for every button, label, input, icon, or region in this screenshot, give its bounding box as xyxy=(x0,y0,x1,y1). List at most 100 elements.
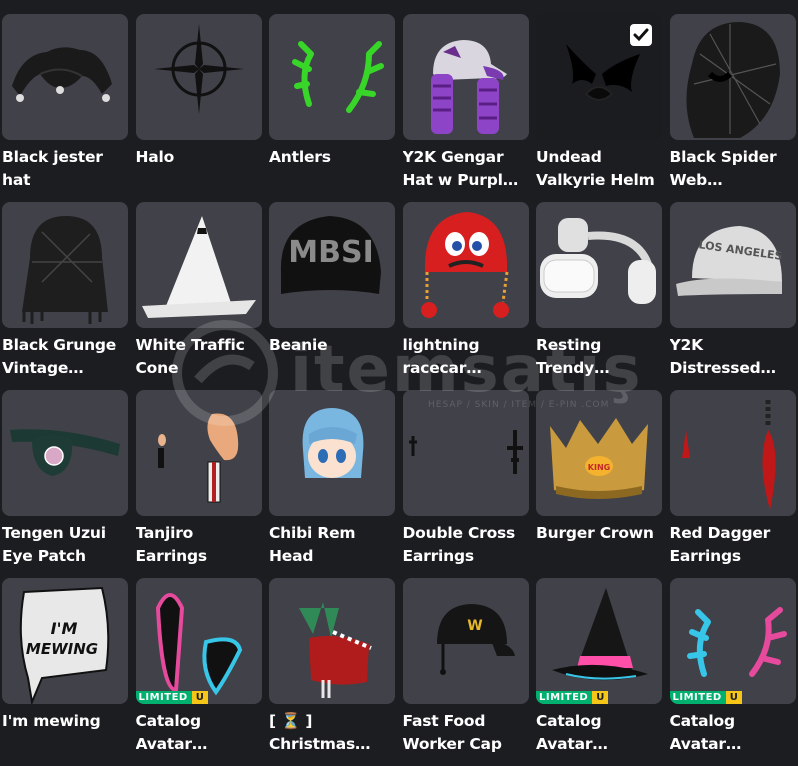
item-thumbnail[interactable]: MBSI xyxy=(269,202,395,328)
inventory-item[interactable]: LIMITEDU Catalog Avatar Creator: Antlers xyxy=(669,578,796,766)
burger-crown-icon: KING xyxy=(550,418,648,499)
item-name: White Traffic Cone xyxy=(135,336,245,377)
item-thumbnail[interactable] xyxy=(402,14,529,140)
inventory-item[interactable]: I'M MEWING I'm mewing xyxy=(2,578,128,766)
item-thumbnail[interactable]: LIMITED U xyxy=(669,578,796,704)
item-thumbnail[interactable] xyxy=(402,390,529,516)
item-thumbnail[interactable] xyxy=(536,202,662,328)
inventory-item[interactable]: W Fast Food Worker Cap xyxy=(402,578,529,766)
item-name: Black jester hat xyxy=(2,148,103,189)
inventory-item[interactable]: Chibi Rem Head xyxy=(269,390,395,578)
item-thumbnail[interactable] xyxy=(269,390,395,516)
item-name: Tanjiro Earrings xyxy=(135,524,208,565)
racecar-beanie-icon xyxy=(420,212,509,318)
item-name: Catalog Avatar Creator: Antlers xyxy=(669,712,736,753)
item-name: Beanie xyxy=(269,336,328,354)
red-dagger-icon xyxy=(681,400,776,510)
eye-patch-icon xyxy=(10,429,120,476)
inventory-item[interactable]: LIMITEDU Catalog Avatar Creator: Traffic… xyxy=(536,578,662,766)
item-thumbnail[interactable]: I'M MEWING xyxy=(2,578,128,704)
inventory-item[interactable]: lightning racecar beanie xyxy=(402,202,529,390)
limited-badge: LIMITED U xyxy=(536,691,609,704)
cross-earrings-icon xyxy=(408,430,523,474)
chibi-head-icon xyxy=(302,408,364,478)
ear-earring-icon xyxy=(157,413,238,503)
item-thumbnail[interactable] xyxy=(135,202,262,328)
inventory-item[interactable]: MBSI Beanie xyxy=(269,202,395,390)
item-thumbnail[interactable] xyxy=(669,390,796,516)
green-antlers-icon xyxy=(292,41,384,113)
item-thumbnail[interactable]: KING xyxy=(536,390,662,516)
item-thumbnail[interactable] xyxy=(135,14,262,140)
item-name: Y2K Gengar Hat w Purple Plaid… xyxy=(402,148,514,189)
inventory-item[interactable]: Resting Trendy Headphones… xyxy=(536,202,662,390)
item-name: I'm mewing xyxy=(2,712,101,730)
limited-label: LIMITED xyxy=(669,691,726,704)
inventory-item[interactable]: KING Burger Crown xyxy=(536,390,662,578)
item-thumbnail[interactable]: LIMITED U xyxy=(135,578,262,704)
svg-text:I'M: I'M xyxy=(51,619,78,638)
item-name: Resting Trendy Headphones… xyxy=(536,336,602,377)
white-cap-icon: LOS ANGELES xyxy=(675,226,783,296)
item-thumbnail[interactable] xyxy=(269,578,395,704)
inventory-item[interactable]: Tanjiro Earrings xyxy=(135,390,262,578)
headphones-icon xyxy=(540,218,656,304)
black-cap-icon: W xyxy=(436,604,515,675)
item-name: Red Dagger Earrings xyxy=(669,524,771,565)
limited-label: LIMITED xyxy=(536,691,593,704)
witch-hat-icon xyxy=(552,588,648,681)
inventory-grid: Black jester hat Halo Antlers Y2K Gengar… xyxy=(2,14,796,766)
inventory-item[interactable]: Double Cross Earrings xyxy=(402,390,529,578)
inventory-item[interactable]: White Traffic Cone xyxy=(135,202,262,390)
inventory-item[interactable]: LIMITEDU Catalog Avatar Creator: Bunny… xyxy=(135,578,262,766)
neon-antlers-icon xyxy=(686,607,787,677)
item-name: Black Grunge Vintage Head… xyxy=(2,336,117,377)
item-thumbnail[interactable] xyxy=(135,390,262,516)
item-thumbnail[interactable] xyxy=(536,14,662,140)
inventory-item[interactable]: Red Dagger Earrings xyxy=(669,390,796,578)
inventory-item[interactable]: Tengen Uzui Eye Patch xyxy=(2,390,128,578)
item-name: Y2K Distressed Cap Backwards… xyxy=(669,336,761,377)
item-thumbnail[interactable] xyxy=(2,14,128,140)
limited-badge: LIMITED U xyxy=(135,691,208,704)
limited-u-label: U xyxy=(725,691,742,704)
item-thumbnail[interactable]: W xyxy=(402,578,529,704)
item-thumbnail[interactable] xyxy=(669,14,796,140)
inventory-item[interactable]: Y2K Gengar Hat w Purple Plaid… xyxy=(402,14,529,202)
inventory-item[interactable]: Black Grunge Vintage Head… xyxy=(2,202,128,390)
limited-label: LIMITED xyxy=(135,691,192,704)
item-thumbnail[interactable] xyxy=(2,202,128,328)
inventory-item[interactable]: Black jester hat xyxy=(2,14,128,202)
item-name: Fast Food Worker Cap xyxy=(402,712,502,753)
inventory-item[interactable]: Black Spider Web Wrapped… xyxy=(669,14,796,202)
svg-text:MEWING: MEWING xyxy=(26,640,98,658)
item-name: Tengen Uzui Eye Patch xyxy=(2,524,106,565)
purple-cap-icon xyxy=(430,40,507,134)
item-thumbnail[interactable] xyxy=(269,14,395,140)
item-thumbnail[interactable] xyxy=(402,202,529,328)
inventory-item[interactable]: Antlers xyxy=(269,14,395,202)
inventory-item[interactable]: [ ⏳ ] Christmas Valk xyxy=(269,578,395,766)
selected-checkbox[interactable] xyxy=(630,24,652,46)
inventory-item[interactable]: LOS ANGELES Y2K Distressed Cap Backwards… xyxy=(669,202,796,390)
beanie-icon: MBSI xyxy=(280,216,381,294)
item-name: Catalog Avatar Creator: Traffic… xyxy=(536,712,602,753)
svg-text:W: W xyxy=(467,618,482,634)
item-name: Undead Valkyrie Helm xyxy=(536,148,655,189)
svg-text:KING: KING xyxy=(588,463,610,472)
item-name: [ ⏳ ] Christmas Valk xyxy=(269,712,356,753)
item-name: Burger Crown xyxy=(536,524,654,542)
svg-text:MBSI: MBSI xyxy=(288,235,374,270)
limited-u-label: U xyxy=(191,691,208,704)
item-name: Antlers xyxy=(269,148,331,166)
item-name: Chibi Rem Head xyxy=(269,524,356,565)
inventory-item[interactable]: Undead Valkyrie Helm xyxy=(536,14,662,202)
traffic-cone-icon xyxy=(141,216,256,318)
item-thumbnail[interactable]: LOS ANGELES xyxy=(669,202,796,328)
limited-u-label: U xyxy=(592,691,609,704)
inventory-item[interactable]: Halo xyxy=(135,14,262,202)
item-name: Black Spider Web Wrapped… xyxy=(669,148,777,189)
item-name: lightning racecar beanie xyxy=(402,336,480,377)
item-thumbnail[interactable]: LIMITED U xyxy=(536,578,662,704)
item-thumbnail[interactable] xyxy=(2,390,128,516)
